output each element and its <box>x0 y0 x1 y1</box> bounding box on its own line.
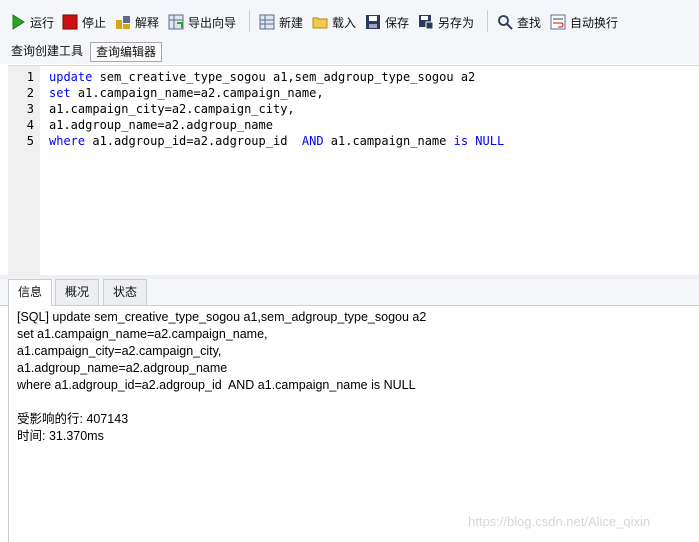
output-line: set a1.campaign_name=a2.campaign_name, <box>17 327 268 341</box>
tab-query-editor[interactable]: 查询编辑器 <box>90 42 163 62</box>
new-label: 新建 <box>279 15 304 30</box>
save-icon <box>366 15 380 29</box>
code-line: where a1.adgroup_id=a2.adgroup_id AND a1… <box>49 133 504 149</box>
load-icon <box>312 17 328 29</box>
output-line: a1.adgroup_name=a2.adgroup_name <box>17 361 228 375</box>
toolbar-separator <box>249 10 250 32</box>
tab-status[interactable]: 状态 <box>103 279 148 305</box>
explain-button[interactable]: 解释 <box>115 12 159 32</box>
line-number: 1 <box>26 70 34 84</box>
editor-mode-tabs: 查询创建工具 查询编辑器 <box>0 40 699 64</box>
code-line: a1.adgroup_name=a2.adgroup_name <box>49 117 273 133</box>
sql-keyword: where <box>49 134 86 148</box>
export-wizard-button[interactable]: 导出向导 <box>168 12 236 32</box>
new-button[interactable]: 新建 <box>259 12 303 32</box>
output-line: [SQL] update sem_creative_type_sogou a1,… <box>17 310 427 324</box>
explain-label: 解释 <box>135 15 160 30</box>
load-button[interactable]: 载入 <box>312 12 356 32</box>
find-label: 查找 <box>517 15 542 30</box>
sql-keyword: is <box>453 134 469 148</box>
line-number: 3 <box>26 102 34 116</box>
run-button[interactable]: 运行 <box>10 12 54 32</box>
stop-button[interactable]: 停止 <box>62 12 106 32</box>
affected-rows: 受影响的行: 407143 <box>17 412 129 426</box>
watermark: https://blog.csdn.net/Alice_qixin <box>468 514 651 529</box>
sql-editor[interactable]: 1 2 3 4 5 update sem_creative_type_sogou… <box>8 65 699 276</box>
word-wrap-label: 自动换行 <box>570 15 619 30</box>
save-as-button[interactable]: 另存为 <box>418 12 474 32</box>
find-icon <box>498 15 513 30</box>
code-text: a1.campaign_name=a2.campaign_name, <box>70 86 324 100</box>
save-button[interactable]: 保存 <box>365 12 409 32</box>
find-button[interactable]: 查找 <box>497 12 541 32</box>
result-tabs: 信息 概况 状态 <box>0 279 699 306</box>
stop-label: 停止 <box>82 15 107 30</box>
sql-keyword: AND <box>301 134 324 148</box>
message-output[interactable]: [SQL] update sem_creative_type_sogou a1,… <box>8 306 699 542</box>
explain-icon <box>116 16 130 29</box>
code-text: sem_creative_type_sogou a1,sem_adgroup_t… <box>92 70 476 84</box>
code-line: set a1.campaign_name=a2.campaign_name, <box>49 85 324 101</box>
stop-icon <box>62 14 78 30</box>
line-number: 4 <box>26 118 34 132</box>
line-number: 2 <box>26 86 34 100</box>
tab-query-builder[interactable]: 查询创建工具 <box>6 42 88 60</box>
output-line: a1.campaign_city=a2.campaign_city, <box>17 344 222 358</box>
output-line: where a1.adgroup_id=a2.adgroup_id AND a1… <box>17 378 416 392</box>
code-text: a1.adgroup_name=a2.adgroup_name <box>49 118 273 132</box>
new-icon <box>259 14 275 30</box>
toolbar: 运行 停止 解释 导出向导 新建 载入 保存 另存为 查找 自动换行 <box>0 0 699 41</box>
tab-summary[interactable]: 概况 <box>55 279 100 305</box>
line-number-gutter: 1 2 3 4 5 <box>8 66 40 276</box>
load-label: 载入 <box>332 15 357 30</box>
execution-time: 时间: 31.370ms <box>17 429 104 443</box>
line-number: 5 <box>26 134 34 148</box>
run-label: 运行 <box>30 15 55 30</box>
sql-keyword: set <box>49 86 71 100</box>
code-text: a1.campaign_city=a2.campaign_city, <box>49 102 295 116</box>
run-icon <box>12 14 25 30</box>
save-as-label: 另存为 <box>438 15 475 30</box>
export-wizard-label: 导出向导 <box>188 15 237 30</box>
sql-keyword: update <box>49 70 93 84</box>
save-label: 保存 <box>385 15 410 30</box>
code-text: a1.adgroup_id=a2.adgroup_id <box>85 134 302 148</box>
code-text: a1.campaign_name <box>323 134 454 148</box>
tab-message[interactable]: 信息 <box>8 279 53 306</box>
save-as-icon <box>419 15 434 30</box>
code-line: a1.campaign_city=a2.campaign_city, <box>49 101 295 117</box>
sql-keyword: NULL <box>475 134 505 148</box>
export-wizard-icon <box>168 14 184 30</box>
word-wrap-icon <box>550 14 566 30</box>
word-wrap-button[interactable]: 自动换行 <box>550 12 618 32</box>
toolbar-separator <box>487 10 488 32</box>
code-line: update sem_creative_type_sogou a1,sem_ad… <box>49 69 475 85</box>
